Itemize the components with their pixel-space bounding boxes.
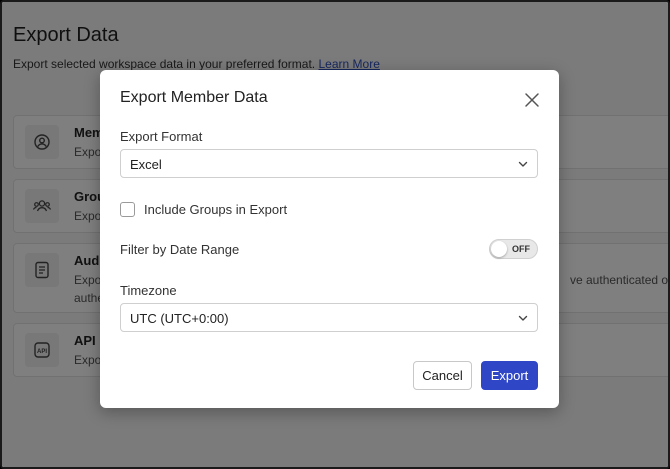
chevron-down-icon xyxy=(518,161,528,167)
toggle-knob xyxy=(491,241,507,257)
chevron-down-icon xyxy=(518,315,528,321)
date-range-toggle[interactable]: OFF xyxy=(489,239,538,259)
timezone-value: UTC (UTC+0:00) xyxy=(130,311,229,326)
export-format-value: Excel xyxy=(130,157,162,172)
include-groups-label[interactable]: Include Groups in Export xyxy=(144,202,287,217)
export-format-label: Export Format xyxy=(120,129,203,144)
export-format-select[interactable]: Excel xyxy=(120,149,538,178)
date-range-label: Filter by Date Range xyxy=(120,242,240,257)
timezone-label: Timezone xyxy=(120,283,177,298)
cancel-button[interactable]: Cancel xyxy=(413,361,472,390)
export-button[interactable]: Export xyxy=(481,361,538,390)
dialog-title: Export Member Data xyxy=(120,89,268,106)
close-icon[interactable] xyxy=(524,92,540,108)
window-frame: Export Data Export selected workspace da… xyxy=(0,0,670,469)
export-member-data-dialog: Export Member Data Export Format Excel I… xyxy=(100,70,559,408)
timezone-select[interactable]: UTC (UTC+0:00) xyxy=(120,303,538,332)
include-groups-checkbox[interactable] xyxy=(120,202,135,217)
toggle-state: OFF xyxy=(512,244,530,254)
